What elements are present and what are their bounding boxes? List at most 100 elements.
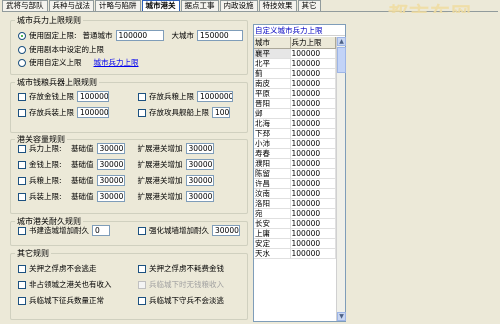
capacity-extra-input[interactable]: 30000 [185, 175, 214, 186]
capacity-troops-checkbox[interactable] [18, 144, 26, 153]
city-cell[interactable]: 北海 [254, 118, 291, 129]
city-cell[interactable]: 下邳 [254, 128, 291, 139]
tab-generals[interactable]: 武将与部队 [2, 0, 48, 11]
build-durability-checkbox[interactable] [18, 226, 26, 235]
city-cell[interactable]: 襄平 [254, 48, 291, 59]
tab-base[interactable]: 据点工事 [180, 0, 219, 11]
capacity-extra-input[interactable]: 30000 [185, 191, 214, 202]
city-cell[interactable]: 蓟 [254, 68, 291, 79]
siege-limit-input[interactable]: 100 [212, 107, 230, 118]
capacity-base-input[interactable]: 30000 [96, 175, 125, 186]
table-row[interactable]: 平原 100000 [254, 88, 336, 99]
table-row[interactable]: 长安 100000 [254, 218, 336, 229]
limit-cell[interactable]: 100000 [290, 208, 336, 219]
misc-rule-checkbox[interactable] [138, 296, 146, 305]
capacity-gold-checkbox[interactable] [18, 160, 26, 169]
scroll-up-icon[interactable]: ▲ [337, 37, 346, 46]
table-row[interactable]: 下邳 100000 [254, 128, 336, 139]
misc-rule-option[interactable]: 兵临城下守兵不会淡逃 [138, 295, 224, 306]
limit-cell[interactable]: 100000 [290, 158, 336, 169]
siege-limit-checkbox[interactable] [138, 108, 146, 117]
limit-cell[interactable]: 100000 [290, 98, 336, 109]
misc-rule-option[interactable]: 非占领城之港关也有收入 [18, 279, 112, 290]
fixed-limit-option[interactable]: 使用固定上限: 普通城市 100000 大城市 150000 [18, 30, 244, 41]
city-cell[interactable]: 安定 [254, 238, 291, 249]
food-limit-input[interactable]: 1000000 [197, 91, 233, 102]
city-cell[interactable]: 汝南 [254, 188, 291, 199]
table-row[interactable]: 邺 100000 [254, 108, 336, 119]
limit-cell[interactable]: 100000 [290, 118, 336, 129]
gold-limit-input[interactable]: 100000 [77, 91, 109, 102]
build-durability-input[interactable]: 0 [92, 225, 110, 236]
capacity-weapon-checkbox[interactable] [18, 192, 26, 201]
city-cell[interactable]: 许昌 [254, 178, 291, 189]
limit-cell[interactable]: 100000 [290, 148, 336, 159]
limit-cell[interactable]: 100000 [290, 238, 336, 249]
misc-rule-checkbox[interactable] [138, 264, 146, 273]
custom-limit-option[interactable]: 使用自定义上限 城市兵力上限 [18, 57, 139, 68]
capacity-food-checkbox[interactable] [18, 176, 26, 185]
table-row[interactable]: 濮阳 100000 [254, 158, 336, 169]
city-cell[interactable]: 天水 [254, 248, 291, 259]
table-row[interactable]: 襄平 100000 [254, 48, 336, 59]
limit-cell[interactable]: 100000 [290, 68, 336, 79]
table-row[interactable]: 陈留 100000 [254, 168, 336, 179]
wall-durability-checkbox[interactable] [138, 226, 146, 235]
tab-strategy[interactable]: 计略与陷阱 [95, 0, 141, 11]
weapon-limit-checkbox[interactable] [18, 108, 26, 117]
city-cell[interactable]: 上庸 [254, 228, 291, 239]
city-cell[interactable]: 宛 [254, 208, 291, 219]
col-limit-header[interactable]: 兵力上限 [290, 37, 336, 49]
limit-cell[interactable]: 100000 [290, 88, 336, 99]
limit-cell[interactable]: 100000 [290, 248, 336, 259]
food-limit-checkbox[interactable] [138, 92, 146, 101]
city-cell[interactable]: 陈留 [254, 168, 291, 179]
limit-cell[interactable]: 100000 [290, 138, 336, 149]
capacity-base-input[interactable]: 30000 [96, 159, 125, 170]
limit-cell[interactable]: 100000 [290, 78, 336, 89]
city-cell[interactable]: 长安 [254, 218, 291, 229]
table-row[interactable]: 北平 100000 [254, 58, 336, 69]
scroll-down-icon[interactable]: ▼ [337, 312, 346, 321]
limit-cell[interactable]: 100000 [290, 198, 336, 209]
misc-rule-option[interactable]: 关押之俘虏不会逃走 [18, 263, 97, 274]
misc-rule-checkbox[interactable] [18, 264, 26, 273]
custom-limit-radio[interactable] [18, 58, 26, 67]
tab-facilities[interactable]: 内政设施 [219, 0, 258, 11]
capacity-base-input[interactable]: 30000 [96, 191, 125, 202]
limit-cell[interactable]: 100000 [290, 228, 336, 239]
city-cell[interactable]: 寿春 [254, 148, 291, 159]
table-scrollbar[interactable]: ▲ ▼ [336, 37, 346, 321]
limit-cell[interactable]: 100000 [290, 108, 336, 119]
gold-limit-checkbox[interactable] [18, 92, 26, 101]
limit-cell[interactable]: 100000 [290, 168, 336, 179]
city-cell[interactable]: 小沛 [254, 138, 291, 149]
city-cell[interactable]: 濮阳 [254, 158, 291, 169]
script-limit-option[interactable]: 使用剧本中设定的上限 [18, 44, 104, 55]
misc-rule-checkbox[interactable] [18, 280, 26, 289]
city-cell[interactable]: 平原 [254, 88, 291, 99]
limit-cell[interactable]: 100000 [290, 128, 336, 139]
table-row[interactable]: 许昌 100000 [254, 178, 336, 189]
limit-cell[interactable]: 100000 [290, 218, 336, 229]
col-city-header[interactable]: 城市 [254, 37, 291, 49]
capacity-base-input[interactable]: 30000 [96, 143, 125, 154]
table-row[interactable]: 南皮 100000 [254, 78, 336, 89]
tab-troops[interactable]: 兵种与战法 [48, 0, 94, 11]
table-row[interactable]: 小沛 100000 [254, 138, 336, 149]
limit-cell[interactable]: 100000 [290, 48, 336, 59]
script-limit-radio[interactable] [18, 45, 26, 54]
big-city-input[interactable]: 150000 [197, 30, 244, 41]
table-row[interactable]: 洛阳 100000 [254, 198, 336, 209]
tab-other[interactable]: 其它 [297, 0, 321, 11]
tab-city-port[interactable]: 城市港关 [141, 0, 180, 11]
misc-rule-option[interactable]: 关押之俘虏不耗费金钱 [138, 263, 224, 274]
table-row[interactable]: 安定 100000 [254, 238, 336, 249]
misc-rule-checkbox[interactable] [18, 296, 26, 305]
table-row[interactable]: 汝南 100000 [254, 188, 336, 199]
tab-skills[interactable]: 特技效果 [258, 0, 297, 11]
misc-rule-option[interactable]: 兵临城下征兵数量正常 [18, 295, 104, 306]
city-cell[interactable]: 北平 [254, 58, 291, 69]
weapon-limit-input[interactable]: 100000 [77, 107, 109, 118]
normal-city-input[interactable]: 100000 [115, 30, 164, 41]
